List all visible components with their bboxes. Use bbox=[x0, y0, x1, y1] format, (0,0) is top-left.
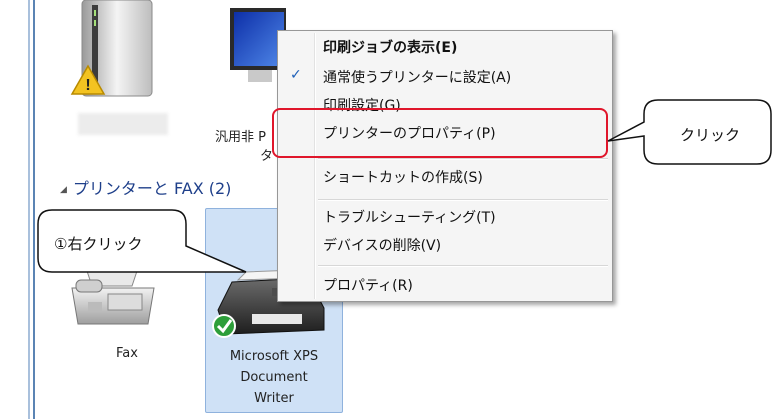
callout-step1-text: ①右クリック bbox=[54, 235, 143, 253]
callout-shapes bbox=[37, 99, 772, 273]
callout-click-text: クリック bbox=[680, 126, 741, 144]
